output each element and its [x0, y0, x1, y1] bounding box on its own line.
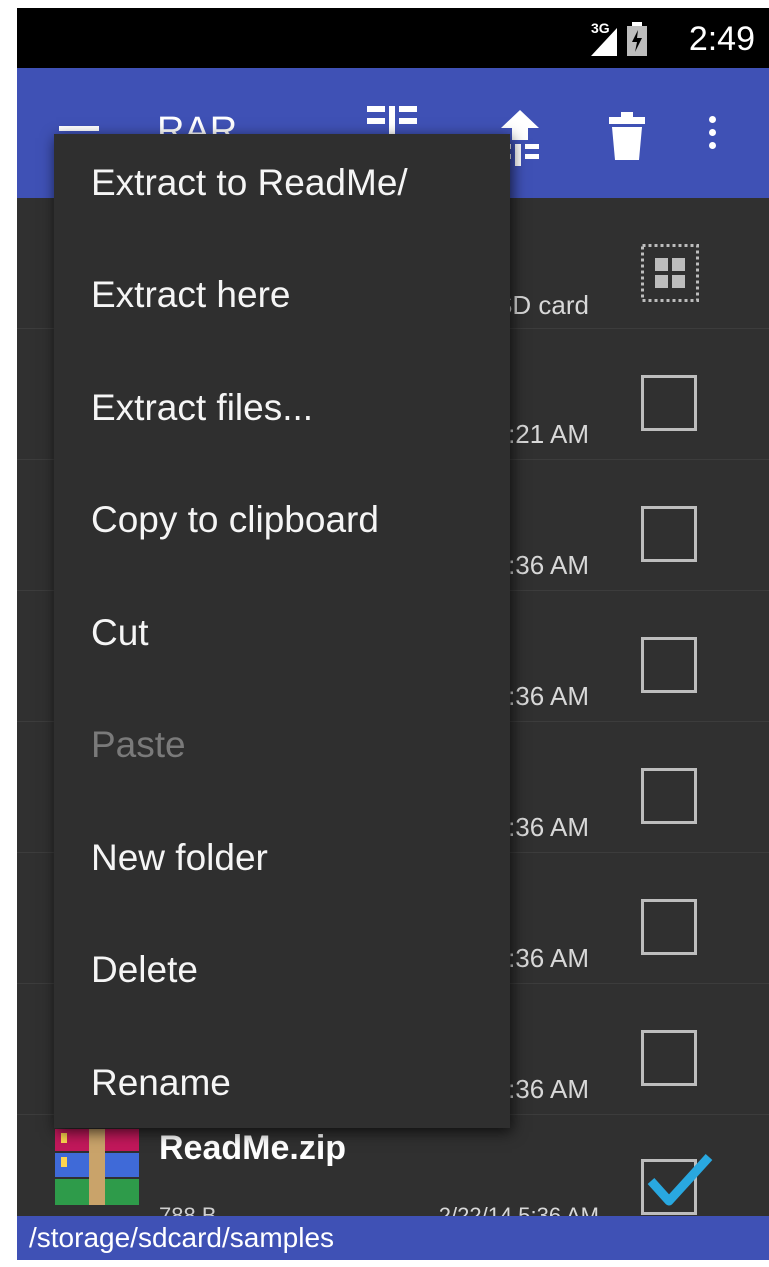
- item-meta: :36 AM: [508, 1074, 589, 1104]
- menu-item-label: New folder: [91, 837, 268, 878]
- phone-screen: 3G 2:49 RAR SD card:21 AM:36 AM:36 AM…: [17, 8, 769, 1260]
- menu-item-extract-here[interactable]: Extract here: [54, 246, 510, 358]
- checkmark-icon: [647, 1153, 713, 1206]
- menu-item-label: Extract to ReadMe/: [91, 162, 408, 203]
- row-checkbox[interactable]: [641, 899, 697, 955]
- menu-item-label: Extract files...: [91, 387, 314, 428]
- menu-item-new-folder[interactable]: New folder: [54, 809, 510, 921]
- battery-icon: [627, 22, 647, 56]
- menu-item-label: Extract here: [91, 274, 291, 315]
- trash-icon[interactable]: [609, 112, 645, 160]
- menu-item-label: Delete: [91, 949, 198, 990]
- menu-item-copy-to-clipboard[interactable]: Copy to clipboard: [54, 471, 510, 583]
- row-checkbox[interactable]: [641, 506, 697, 562]
- menu-item-extract-to[interactable]: Extract to ReadMe/: [54, 134, 510, 246]
- row-checkbox[interactable]: [641, 637, 697, 693]
- menu-item-extract-files[interactable]: Extract files...: [54, 359, 510, 471]
- item-meta: :36 AM: [508, 943, 589, 973]
- path-bar: /storage/sdcard/samples: [17, 1216, 769, 1260]
- menu-item-paste[interactable]: Paste: [54, 696, 510, 808]
- row-checkbox[interactable]: [641, 375, 697, 431]
- context-menu: Extract to ReadMe/ Extract here Extract …: [54, 134, 510, 1128]
- menu-item-cut[interactable]: Cut: [54, 584, 510, 696]
- menu-item-rename[interactable]: Rename: [54, 1034, 510, 1146]
- clock: 2:49: [688, 20, 755, 58]
- signal-icon: [591, 28, 617, 56]
- status-bar: 3G 2:49: [17, 8, 769, 68]
- item-meta: :36 AM: [508, 812, 589, 842]
- menu-item-delete[interactable]: Delete: [54, 921, 510, 1033]
- item-meta: :21 AM: [508, 419, 589, 449]
- overflow-menu-icon[interactable]: [709, 116, 716, 155]
- row-checkbox[interactable]: [641, 1030, 697, 1086]
- item-meta: :36 AM: [508, 681, 589, 711]
- item-meta: :36 AM: [508, 550, 589, 580]
- current-path: /storage/sdcard/samples: [29, 1222, 335, 1253]
- menu-item-label: Cut: [91, 612, 149, 653]
- menu-item-label: Copy to clipboard: [91, 499, 379, 540]
- menu-item-label: Rename: [91, 1062, 231, 1103]
- select-all-icon[interactable]: [641, 244, 699, 302]
- menu-item-label: Paste: [91, 724, 186, 765]
- row-checkbox[interactable]: [641, 768, 697, 824]
